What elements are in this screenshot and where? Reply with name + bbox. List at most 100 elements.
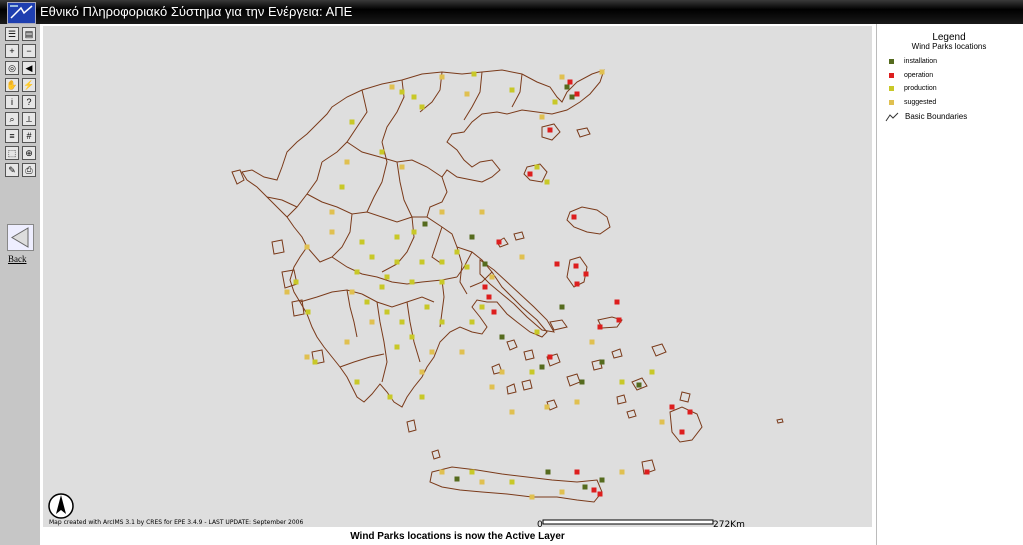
wind-park-operation [597,324,603,330]
wind-park-suggested [369,319,375,325]
wind-park-production [305,309,311,315]
wind-park-production [619,379,625,385]
select-rect-icon: ⬚ [7,148,17,158]
wind-park-installation [422,221,428,227]
legend-item-operation: operation [889,72,933,82]
wind-park-operation [527,171,533,177]
wind-park-suggested [489,384,495,390]
full-extent-icon: ◎ [8,63,16,73]
find-icon: ⌕ [9,114,15,124]
identify-tool-button[interactable]: i [5,95,19,109]
wind-park-production [349,119,355,125]
hyperlink-icon: ⚡ [23,80,35,90]
wind-park-suggested [439,74,445,80]
active-layer-status: Wind Parks locations is now the Active L… [350,531,565,542]
wind-park-suggested [589,339,595,345]
select-tool-button[interactable]: ⊕ [22,146,36,160]
wind-park-suggested [479,209,485,215]
wind-park-production [424,304,430,310]
select-icon: ⊕ [25,148,33,158]
grid-icon: # [26,131,32,141]
back-button[interactable] [7,224,34,251]
wind-park-production [411,94,417,100]
wind-park-production [409,334,415,340]
wind-park-suggested [619,469,625,475]
wind-park-production [529,369,535,375]
zoom-back-tool-button[interactable]: ◀ [22,61,36,75]
window-title: Εθνικό Πληροφοριακό Σύστημα για την Ενέρ… [40,4,353,19]
identify-icon: i [11,97,13,107]
wind-park-suggested [304,354,310,360]
wind-park-installation [469,234,475,240]
wind-park-operation [583,271,589,277]
map-canvas[interactable]: Map created with ArcIMS 3.1 by CRES for … [43,26,872,530]
wind-park-suggested [599,69,605,75]
wind-park-operation [554,261,560,267]
wind-park-operation [574,91,580,97]
wind-park-installation [599,477,605,483]
legend-icon: ▤ [24,29,34,39]
toc-tool-button[interactable]: ☰ [5,27,19,41]
wind-park-installation [564,84,570,90]
legend-swatch [889,58,894,64]
wind-park-installation [636,382,642,388]
wind-park-installation [569,94,575,100]
toc-icon: ☰ [7,29,17,39]
legend-item-installation: installation [889,58,937,68]
wind-park-production [649,369,655,375]
buffer-tool-button[interactable]: ≡ [5,129,19,143]
full-extent-tool-button[interactable]: ◎ [5,61,19,75]
wind-park-installation [539,364,545,370]
wind-park-production [544,179,550,185]
pan-tool-button[interactable]: ✋ [5,78,19,92]
select-rect-tool-button[interactable]: ⬚ [5,146,19,160]
wind-park-operation [491,309,497,315]
wind-park-suggested [544,404,550,410]
wind-park-production [354,269,360,275]
legend-item-production: production [889,85,937,95]
wind-park-suggested [284,289,290,295]
greece-map [231,69,784,503]
legend-tool-button[interactable]: ▤ [22,27,36,41]
zoom-in-tool-button[interactable]: + [5,44,19,58]
wind-park-production [439,259,445,265]
wind-park-suggested [329,209,335,215]
legend-item-suggested: suggested [889,99,936,109]
wind-park-production [409,279,415,285]
wind-park-production [394,234,400,240]
wind-park-production [394,344,400,350]
scale-end-label: 272Km [713,520,745,530]
wind-park-production [364,299,370,305]
wind-park-suggested [304,244,310,250]
buffer-icon: ≡ [9,131,15,141]
measure-tool-button[interactable]: ⟂ [22,112,36,126]
print-tool-button[interactable]: ⎙ [22,163,36,177]
hyperlink-tool-button[interactable]: ⚡ [22,78,36,92]
pan-icon: ✋ [6,80,18,90]
wind-park-production [552,99,558,105]
clear-tool-button[interactable]: ✎ [5,163,19,177]
wind-park-installation [482,261,488,267]
wind-park-suggested [419,369,425,375]
wind-park-installation [579,379,585,385]
zoom-out-tool-button[interactable]: − [22,44,36,58]
tool-palette: Back ☰ ▤ + − ◎ ◀ ✋ ⚡ i? ⌕ ⟂ ≡ # ⬚ ⊕ ✎ ⎙ [0,24,40,545]
wind-park-production [384,274,390,280]
grid-tool-button[interactable]: # [22,129,36,143]
wind-park-operation [574,469,580,475]
wind-park-production [379,284,385,290]
wind-park-production [399,319,405,325]
wind-park-production [471,71,477,77]
wind-park-production [509,87,515,93]
clear-icon: ✎ [8,165,16,175]
wind-park-suggested [529,494,535,500]
back-link[interactable]: Back [8,254,27,264]
wind-park-suggested [389,84,395,90]
legend-swatch [889,85,894,91]
find-tool-button[interactable]: ⌕ [5,112,19,126]
zoom-back-icon: ◀ [25,63,33,73]
wind-park-operation [591,487,597,493]
query-tool-button[interactable]: ? [22,95,36,109]
wind-park-operation [547,354,553,360]
wind-park-production [439,279,445,285]
